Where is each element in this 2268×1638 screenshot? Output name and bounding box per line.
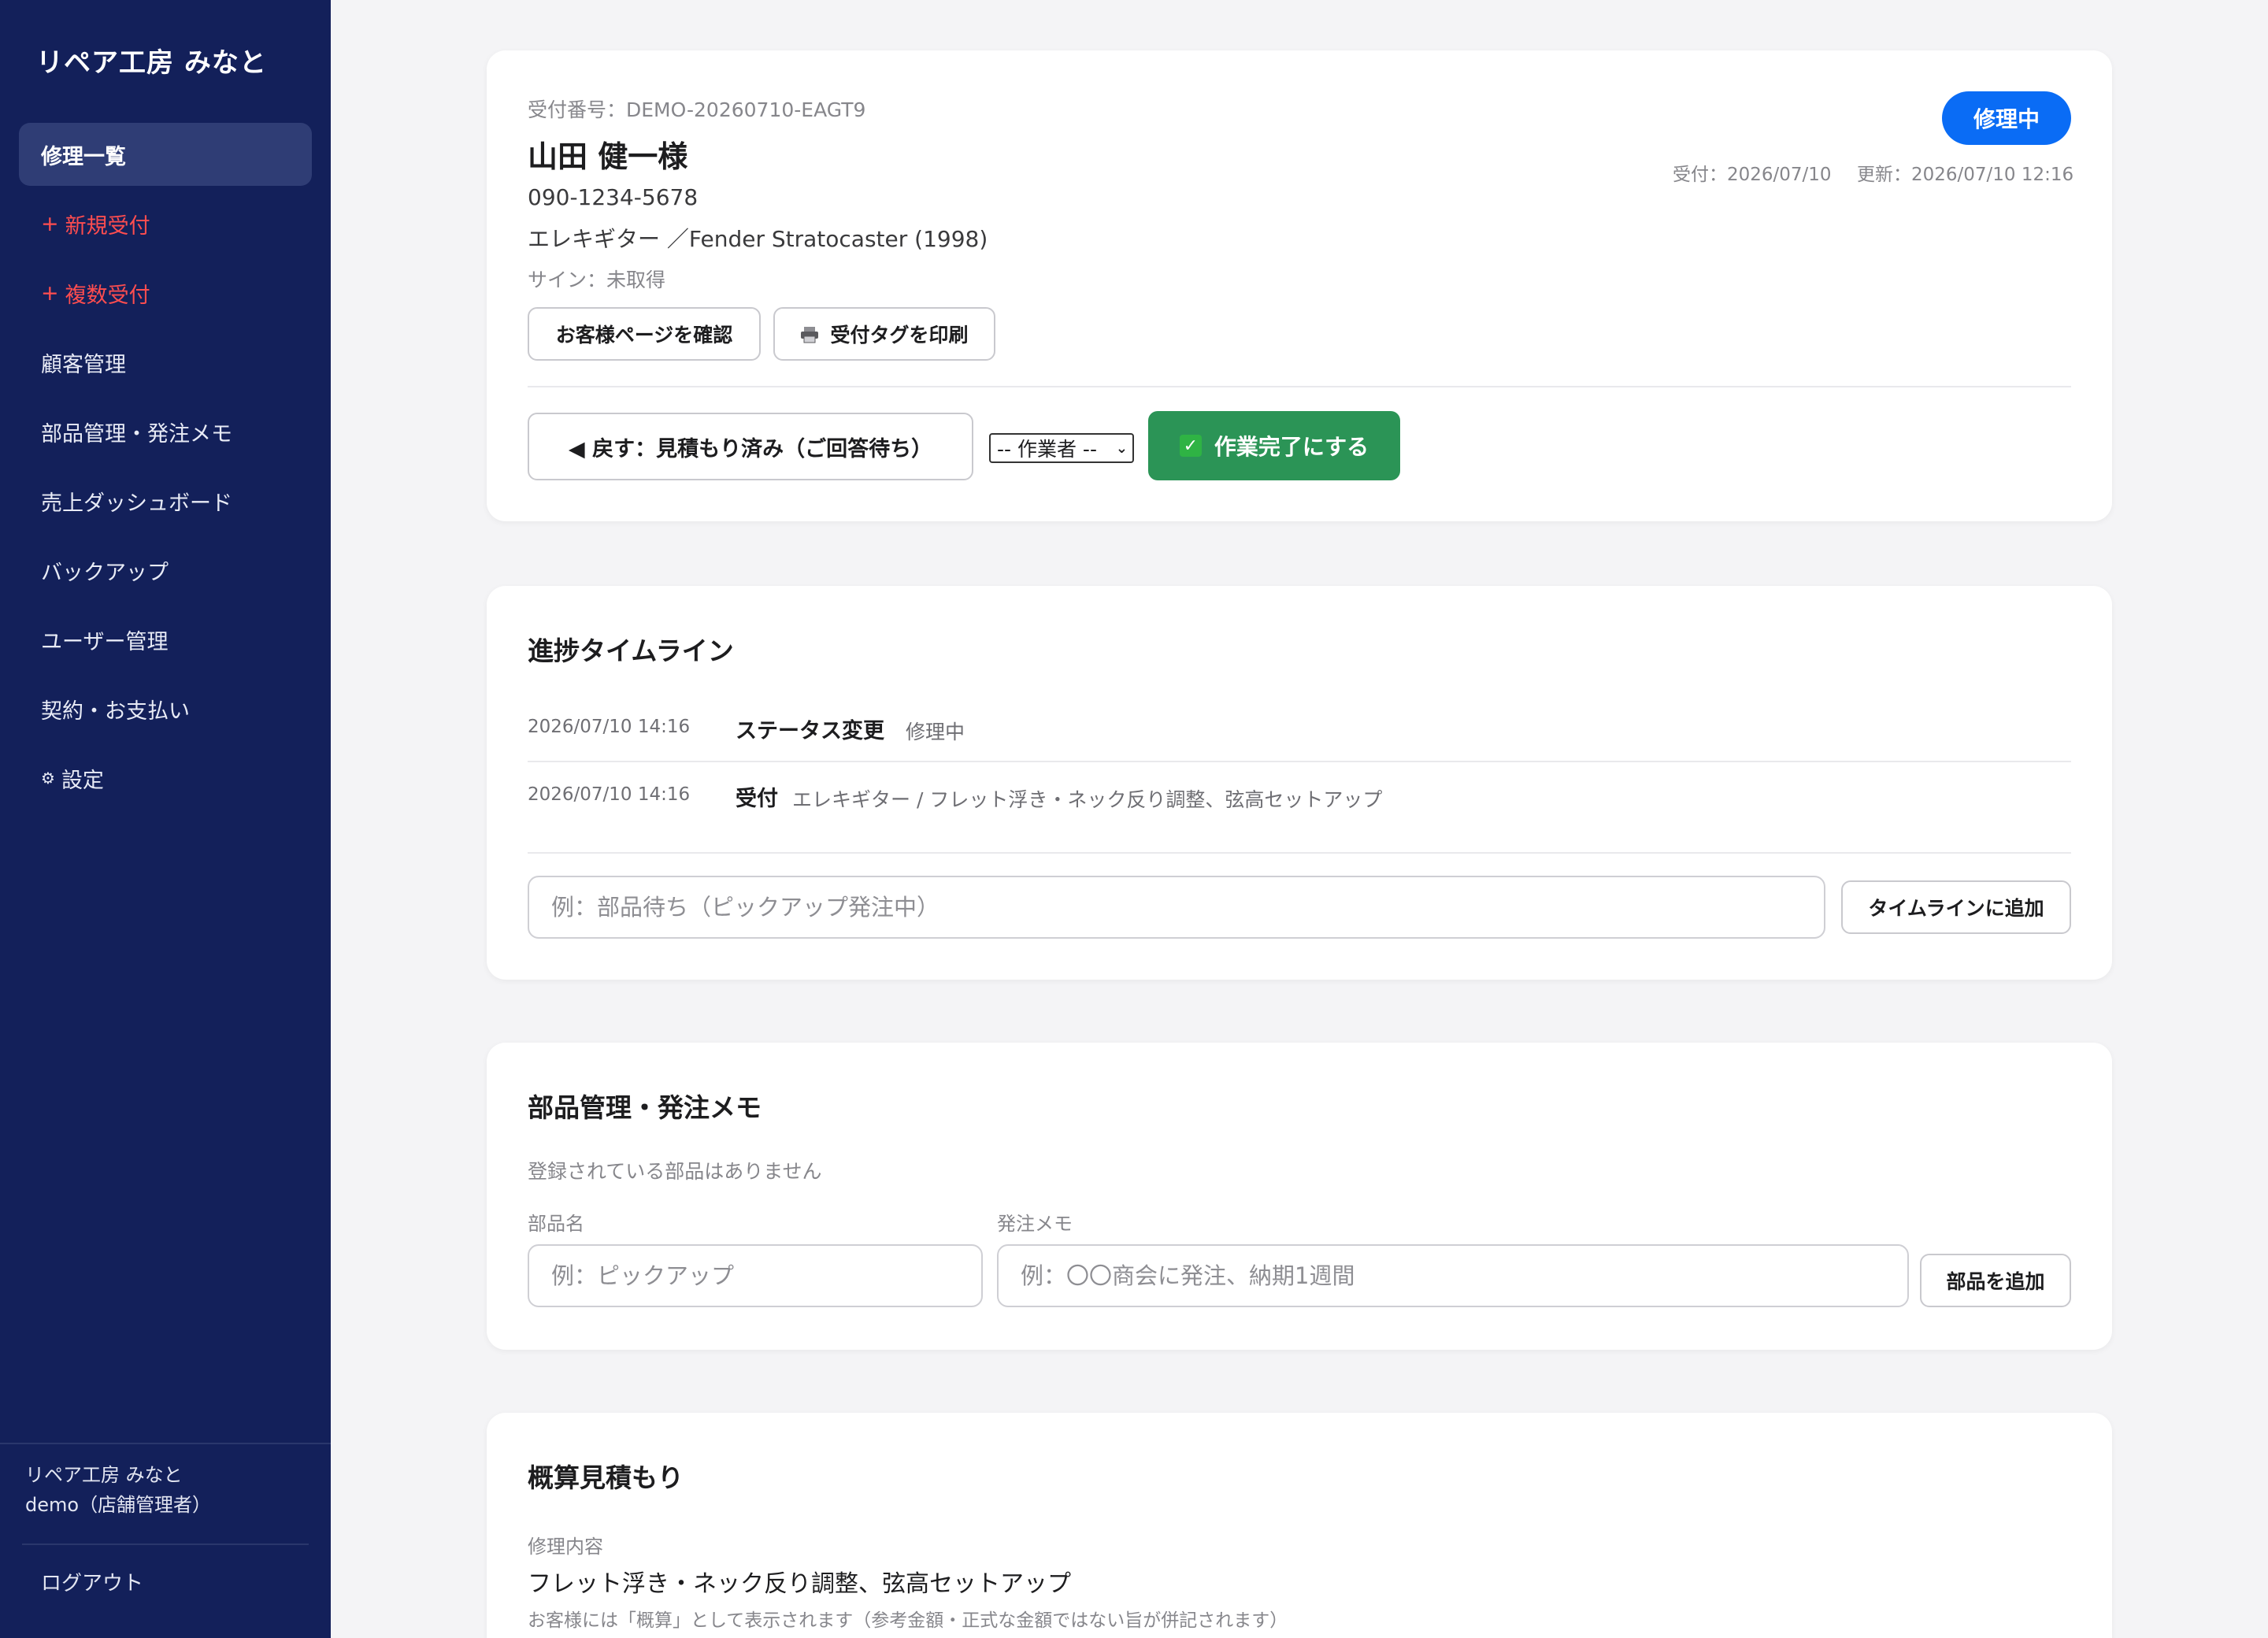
sidebar-item-label: 売上ダッシュボード <box>41 491 232 516</box>
plus-icon: + <box>41 211 59 236</box>
sidebar-item-label: バックアップ <box>41 560 169 585</box>
updated-date: 更新：2026/07/10 12:16 <box>1857 165 2074 185</box>
received-date: 受付：2026/07/10 <box>1673 165 1832 185</box>
timeline-entry-time: 2026/07/10 14:16 <box>528 717 691 737</box>
repair-content-label: 修理内容 <box>528 1536 603 1558</box>
timeline-entry-text: 修理中 <box>906 721 965 743</box>
sidebar-item-label: 設定 <box>61 768 104 793</box>
signature-status: サイン：未取得 <box>528 269 666 291</box>
divider <box>22 1544 309 1545</box>
print-tag-button-label: 受付タグを印刷 <box>830 324 969 346</box>
brand-title: リペア工房 みなと <box>36 47 267 79</box>
sidebar-item-settings[interactable]: ⚙ 設定 <box>19 747 312 810</box>
sidebar-nav: 修理一覧 + 新規受付 + 複数受付 顧客管理 部品管理・発注メモ 売上ダッシュ… <box>19 123 312 816</box>
status-badge: 修理中 <box>1942 91 2071 145</box>
add-part-button-label: 部品を追加 <box>1946 1270 2045 1293</box>
ticket-card: 受付番号：DEMO-20260710-EAGT9 山田 健一様 090-1234… <box>487 50 2112 521</box>
sidebar-item-new-intake[interactable]: + 新規受付 <box>19 192 312 255</box>
sidebar-item-label: 修理一覧 <box>41 144 126 169</box>
sidebar-item-backup[interactable]: バックアップ <box>19 539 312 602</box>
estimate-card: 概算見積もり 修理内容 フレット浮き・ネック反り調整、弦高セットアップ お客様に… <box>487 1413 2112 1638</box>
part-name-label: 部品名 <box>528 1213 584 1235</box>
customer-page-button-label: お客様ページを確認 <box>555 324 733 346</box>
timeline-entry-text: エレキギター / フレット浮き・ネック反り調整、弦高セットアップ <box>792 788 1383 811</box>
sidebar-item-label: 複数受付 <box>65 283 150 308</box>
estimate-title: 概算見積もり <box>528 1462 684 1493</box>
revert-status-button[interactable]: ◀ 戻す：見積もり済み（ご回答待ち） <box>528 413 973 480</box>
order-memo-label: 発注メモ <box>997 1213 1073 1235</box>
customer-page-button[interactable]: お客様ページを確認 <box>528 307 761 361</box>
sidebar-item-repair-list[interactable]: 修理一覧 <box>19 123 312 186</box>
add-part-button[interactable]: 部品を追加 <box>1920 1254 2071 1307</box>
divider <box>528 386 2071 387</box>
add-timeline-button[interactable]: タイムラインに追加 <box>1841 880 2071 934</box>
part-name-input[interactable] <box>528 1244 983 1307</box>
customer-name: 山田 健一様 <box>528 139 688 174</box>
print-tag-button[interactable]: 受付タグを印刷 <box>773 307 995 361</box>
estimate-note: お客様には「概算」として表示されます（参考金額・正式な金額ではない旨が併記されま… <box>528 1610 1288 1631</box>
revert-status-button-label: ◀ 戻す：見積もり済み（ご回答待ち） <box>568 436 933 461</box>
sidebar-item-billing[interactable]: 契約・お支払い <box>19 677 312 740</box>
account-info: リペア工房 みなと demo（店舗管理者） <box>0 1444 331 1520</box>
complete-work-button-label: 作業完了にする <box>1214 434 1369 460</box>
sidebar-item-label: 顧客管理 <box>41 352 126 377</box>
parts-empty-message: 登録されている部品はありません <box>528 1160 822 1183</box>
worker-select-value: -- 作業者 -- <box>997 438 1097 461</box>
sidebar-item-parts[interactable]: 部品管理・発注メモ <box>19 400 312 463</box>
timeline-entry-time: 2026/07/10 14:16 <box>528 784 691 805</box>
check-icon: ✓ <box>1179 435 1202 457</box>
sidebar-item-label: 新規受付 <box>65 213 150 239</box>
sidebar-item-sales-dashboard[interactable]: 売上ダッシュボード <box>19 469 312 532</box>
logout-link[interactable]: ログアウト <box>41 1567 143 1596</box>
sidebar-item-label: 部品管理・発注メモ <box>41 421 232 447</box>
timeline-entry-kind: 受付 <box>736 787 778 811</box>
sidebar: リペア工房 みなと 修理一覧 + 新規受付 + 複数受付 顧客管理 部品管理・発… <box>0 0 331 1638</box>
sidebar-item-label: 契約・お支払い <box>41 699 190 724</box>
shop-name: リペア工房 みなと <box>25 1464 183 1486</box>
timeline-entry: 2026/07/10 14:16 受付 エレキギター / フレット浮き・ネック反… <box>528 780 2071 819</box>
timeline-input[interactable] <box>528 876 1825 939</box>
printer-icon <box>800 325 819 343</box>
ticket-number: 受付番号：DEMO-20260710-EAGT9 <box>528 98 866 121</box>
sidebar-item-label: ユーザー管理 <box>41 629 169 654</box>
timeline-card: 進捗タイムライン 2026/07/10 14:16 ステータス変更 修理中 20… <box>487 586 2112 980</box>
instrument-info: エレキギター ／Fender Stratocaster (1998) <box>528 226 988 252</box>
plus-icon: + <box>41 280 59 306</box>
gear-icon: ⚙ <box>41 769 55 788</box>
sidebar-item-bulk-intake[interactable]: + 複数受付 <box>19 261 312 324</box>
sidebar-footer: リペア工房 みなと demo（店舗管理者） <box>0 1443 331 1545</box>
worker-select[interactable]: -- 作業者 -- ⌄ <box>989 433 1134 463</box>
chevron-down-icon: ⌄ <box>1115 439 1128 457</box>
sidebar-item-users[interactable]: ユーザー管理 <box>19 608 312 671</box>
user-name: demo（店舗管理者） <box>25 1494 212 1516</box>
complete-work-button[interactable]: ✓ 作業完了にする <box>1148 411 1400 480</box>
order-memo-input[interactable] <box>997 1244 1909 1307</box>
divider <box>528 852 2071 854</box>
timeline-entry-kind: ステータス変更 <box>736 719 884 743</box>
sidebar-item-customers[interactable]: 顧客管理 <box>19 331 312 394</box>
timeline-title: 進捗タイムライン <box>528 636 734 666</box>
repair-content: フレット浮き・ネック反り調整、弦高セットアップ <box>528 1570 1071 1598</box>
timeline-entry: 2026/07/10 14:16 ステータス変更 修理中 <box>528 712 2071 751</box>
add-timeline-button-label: タイムラインに追加 <box>1868 897 2044 920</box>
parts-card: 部品管理・発注メモ 登録されている部品はありません 部品名 発注メモ 部品を追加 <box>487 1043 2112 1350</box>
customer-phone: 090-1234-5678 <box>528 184 699 210</box>
divider <box>528 761 2071 762</box>
parts-title: 部品管理・発注メモ <box>528 1092 762 1123</box>
